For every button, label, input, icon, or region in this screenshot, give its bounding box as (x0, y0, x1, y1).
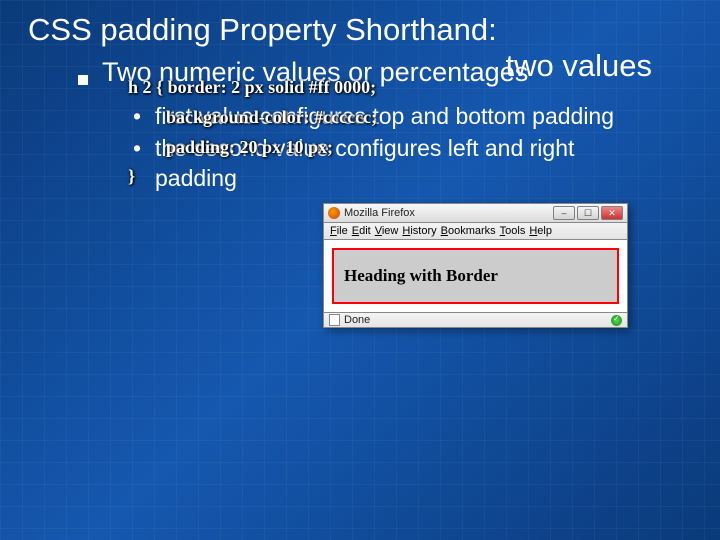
browser-content: Heading with Border (323, 240, 628, 313)
browser-titlebar: Mozilla Firefox – ☐ ✕ (323, 203, 628, 223)
square-bullet-icon (78, 75, 88, 85)
code-line-4: } (128, 166, 135, 186)
firefox-icon (328, 207, 340, 219)
minimize-button[interactable]: – (553, 206, 575, 220)
menu-edit[interactable]: Edit (352, 225, 371, 237)
maximize-button[interactable]: ☐ (577, 206, 599, 220)
code-line-1: h 2 { border: 2 px solid #ff 0000; (128, 77, 376, 97)
done-check-icon (611, 315, 622, 326)
menu-tools[interactable]: Tools (500, 225, 526, 237)
title-line-1: CSS padding Property Shorthand: (28, 12, 497, 47)
close-button[interactable]: ✕ (601, 206, 623, 220)
window-controls: – ☐ ✕ (553, 206, 623, 220)
code-line-3: padding: 20 px 10 px; (128, 133, 377, 163)
menu-file[interactable]: File (330, 225, 348, 237)
css-code-block: h 2 { border: 2 px solid #ff 0000; backg… (128, 73, 377, 192)
browser-statusbar: Done (323, 313, 628, 328)
browser-window: Mozilla Firefox – ☐ ✕ File Edit View His… (323, 203, 628, 328)
status-text: Done (344, 314, 370, 326)
menu-bookmarks[interactable]: Bookmarks (441, 225, 496, 237)
rendered-heading: Heading with Border (332, 248, 619, 304)
menu-help[interactable]: Help (529, 225, 552, 237)
browser-app-name: Mozilla Firefox (344, 207, 415, 219)
page-icon (329, 314, 340, 326)
menu-history[interactable]: History (402, 225, 436, 237)
browser-menubar: File Edit View History Bookmarks Tools H… (323, 223, 628, 240)
code-line-2: background-color: #cccccc; (128, 103, 377, 133)
menu-view[interactable]: View (375, 225, 399, 237)
